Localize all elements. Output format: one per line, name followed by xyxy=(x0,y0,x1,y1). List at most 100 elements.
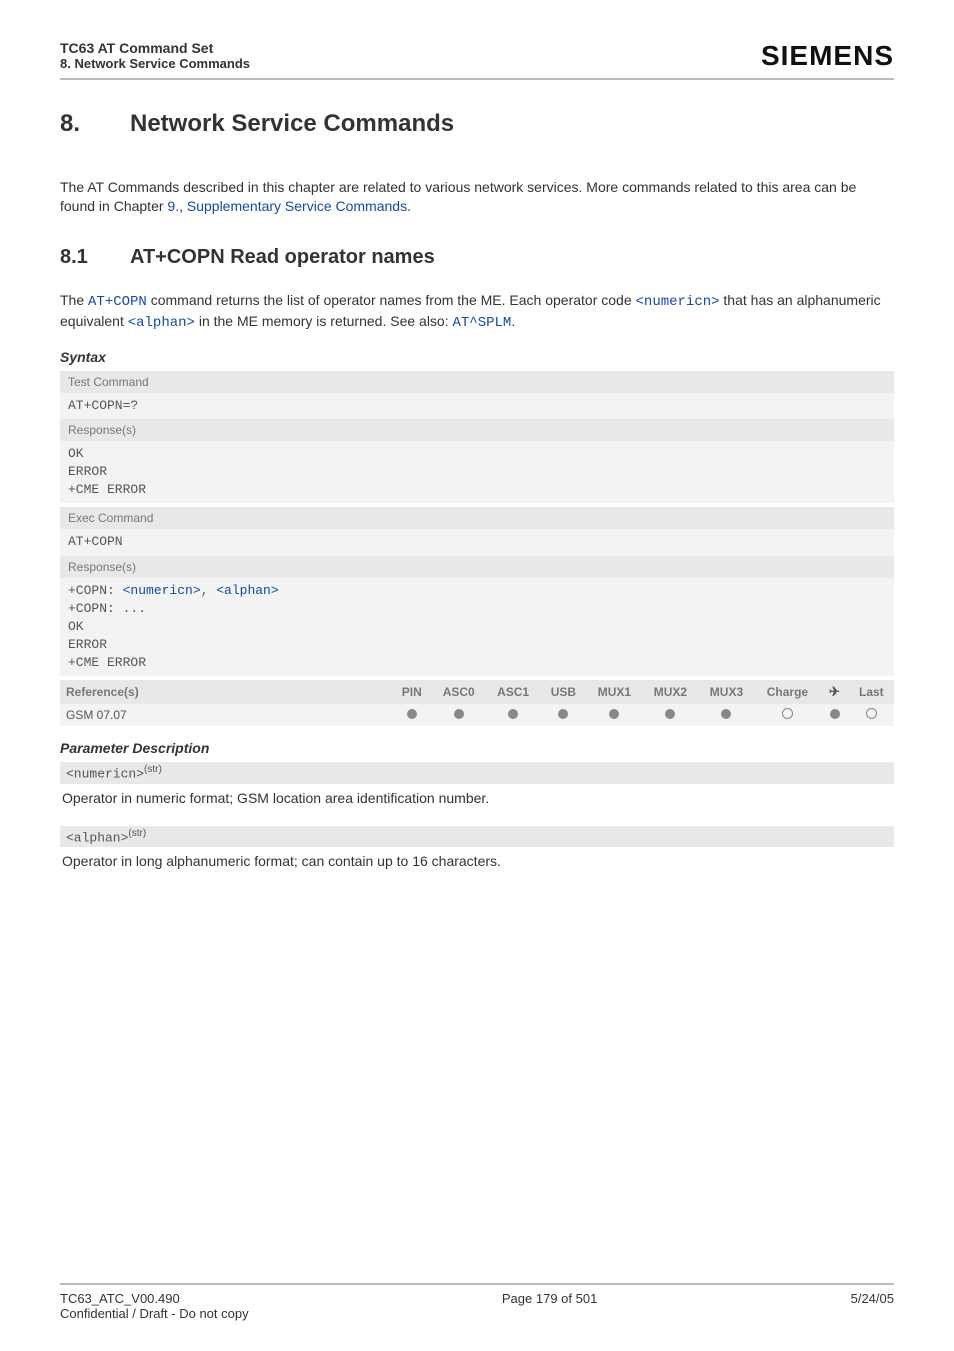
syntax-label: Syntax xyxy=(60,349,894,365)
intro-text-post: . xyxy=(407,198,411,214)
doc-subtitle: 8. Network Service Commands xyxy=(60,56,250,71)
test-command-code: AT+COPN=? xyxy=(60,393,894,419)
dot-filled-icon xyxy=(665,709,675,719)
col-mux1: MUX1 xyxy=(586,680,642,704)
doc-title: TC63 AT Command Set xyxy=(60,40,250,56)
footer-divider xyxy=(60,1283,894,1285)
airplane-icon: ✈ xyxy=(829,684,840,699)
dot-filled-icon xyxy=(508,709,518,719)
section-title: AT+COPN Read operator names xyxy=(130,246,435,268)
param-0-name: <numericn> xyxy=(66,767,144,782)
header-left: TC63 AT Command Set 8. Network Service C… xyxy=(60,40,250,71)
footer-left: TC63_ATC_V00.490 Confidential / Draft - … xyxy=(60,1291,249,1321)
param-numericn: <numericn>(str) Operator in numeric form… xyxy=(60,762,894,811)
link-alphan[interactable]: <alphan> xyxy=(128,315,195,331)
references-label: Reference(s) xyxy=(60,680,392,704)
siemens-logo: SIEMENS xyxy=(761,40,894,72)
link-at-splm[interactable]: AT^SPLM xyxy=(453,315,512,331)
p1-t1: The xyxy=(60,292,88,308)
param-1-sup: (str) xyxy=(128,828,146,839)
col-charge: Charge xyxy=(754,680,820,704)
section-intro: The AT+COPN command returns the list of … xyxy=(60,291,894,333)
reference-table: Reference(s) PIN ASC0 ASC1 USB MUX1 MUX2… xyxy=(60,680,894,726)
param-alphan-name: <alphan>(str) xyxy=(60,826,894,847)
exec-l1-sep: , xyxy=(201,583,217,598)
footer-page: Page 179 of 501 xyxy=(502,1291,597,1321)
dot-pin xyxy=(392,704,432,726)
dot-empty-icon xyxy=(782,708,793,719)
link-numericn-2[interactable]: <numericn> xyxy=(123,583,201,598)
dot-filled-icon xyxy=(830,709,840,719)
dot-airplane xyxy=(820,704,848,726)
chapter-number: 8. xyxy=(60,110,130,138)
footer-version: TC63_ATC_V00.490 xyxy=(60,1291,249,1306)
test-response-label: Response(s) xyxy=(60,419,894,441)
p1-t4: in the ME memory is returned. See also: xyxy=(195,313,453,329)
dot-mux2 xyxy=(642,704,698,726)
exec-response-label: Response(s) xyxy=(60,556,894,578)
section-number: 8.1 xyxy=(60,246,130,269)
dot-filled-icon xyxy=(721,709,731,719)
col-usb: USB xyxy=(540,680,586,704)
col-pin: PIN xyxy=(392,680,432,704)
dot-last xyxy=(849,704,894,726)
dot-charge xyxy=(754,704,820,726)
link-chapter-9[interactable]: 9. xyxy=(167,198,179,214)
exec-ok: OK xyxy=(68,618,886,636)
dot-filled-icon xyxy=(609,709,619,719)
col-mux2: MUX2 xyxy=(642,680,698,704)
exec-error: ERROR xyxy=(68,636,886,654)
resp-error: ERROR xyxy=(68,463,886,481)
link-alphan-2[interactable]: <alphan> xyxy=(216,583,278,598)
dot-asc0 xyxy=(432,704,486,726)
link-numericn[interactable]: <numericn> xyxy=(636,294,720,310)
exec-command-label: Exec Command xyxy=(60,507,894,529)
col-airplane: ✈ xyxy=(820,680,848,704)
reference-value: GSM 07.07 xyxy=(60,704,392,726)
resp-cme: +CME ERROR xyxy=(68,481,886,499)
dot-filled-icon xyxy=(558,709,568,719)
exec-cme: +CME ERROR xyxy=(68,654,886,672)
link-at-copn[interactable]: AT+COPN xyxy=(88,294,147,310)
intro-text-mid: , xyxy=(179,198,187,214)
exec-command-table: Exec Command AT+COPN Response(s) +COPN: … xyxy=(60,507,894,676)
param-alphan: <alphan>(str) Operator in long alphanume… xyxy=(60,826,894,875)
param-numericn-desc: Operator in numeric format; GSM location… xyxy=(60,784,894,812)
dot-mux1 xyxy=(586,704,642,726)
exec-line2: +COPN: ... xyxy=(68,600,886,618)
exec-l1-pre: +COPN: xyxy=(68,583,123,598)
test-response-body: OK ERROR +CME ERROR xyxy=(60,441,894,504)
dot-mux3 xyxy=(698,704,754,726)
page-header: TC63 AT Command Set 8. Network Service C… xyxy=(60,40,894,72)
param-desc-label: Parameter Description xyxy=(60,740,894,756)
param-numericn-name: <numericn>(str) xyxy=(60,762,894,783)
footer-date: 5/24/05 xyxy=(851,1291,894,1321)
section-heading: 8.1AT+COPN Read operator names xyxy=(60,246,894,269)
resp-ok: OK xyxy=(68,445,886,463)
dot-asc1 xyxy=(486,704,540,726)
test-command-label: Test Command xyxy=(60,371,894,393)
dot-empty-icon xyxy=(866,708,877,719)
exec-line1: +COPN: <numericn>, <alphan> xyxy=(68,582,886,600)
chapter-heading: 8.Network Service Commands xyxy=(60,110,894,138)
chapter-title: Network Service Commands xyxy=(130,110,454,137)
col-asc0: ASC0 xyxy=(432,680,486,704)
footer-confidential: Confidential / Draft - Do not copy xyxy=(60,1306,249,1321)
exec-command-code: AT+COPN xyxy=(60,529,894,555)
param-1-name: <alphan> xyxy=(66,830,128,845)
link-supplementary-service[interactable]: Supplementary Service Commands xyxy=(187,198,407,214)
col-mux3: MUX3 xyxy=(698,680,754,704)
p1-t5: . xyxy=(511,313,515,329)
header-divider xyxy=(60,78,894,80)
dot-filled-icon xyxy=(454,709,464,719)
exec-response-body: +COPN: <numericn>, <alphan> +COPN: ... O… xyxy=(60,578,894,677)
dot-filled-icon xyxy=(407,709,417,719)
page-footer: TC63_ATC_V00.490 Confidential / Draft - … xyxy=(60,1283,894,1321)
chapter-intro: The AT Commands described in this chapte… xyxy=(60,178,894,216)
param-0-sup: (str) xyxy=(144,764,162,775)
dot-usb xyxy=(540,704,586,726)
col-asc1: ASC1 xyxy=(486,680,540,704)
p1-t2: command returns the list of operator nam… xyxy=(147,292,636,308)
param-alphan-desc: Operator in long alphanumeric format; ca… xyxy=(60,847,894,875)
col-last: Last xyxy=(849,680,894,704)
